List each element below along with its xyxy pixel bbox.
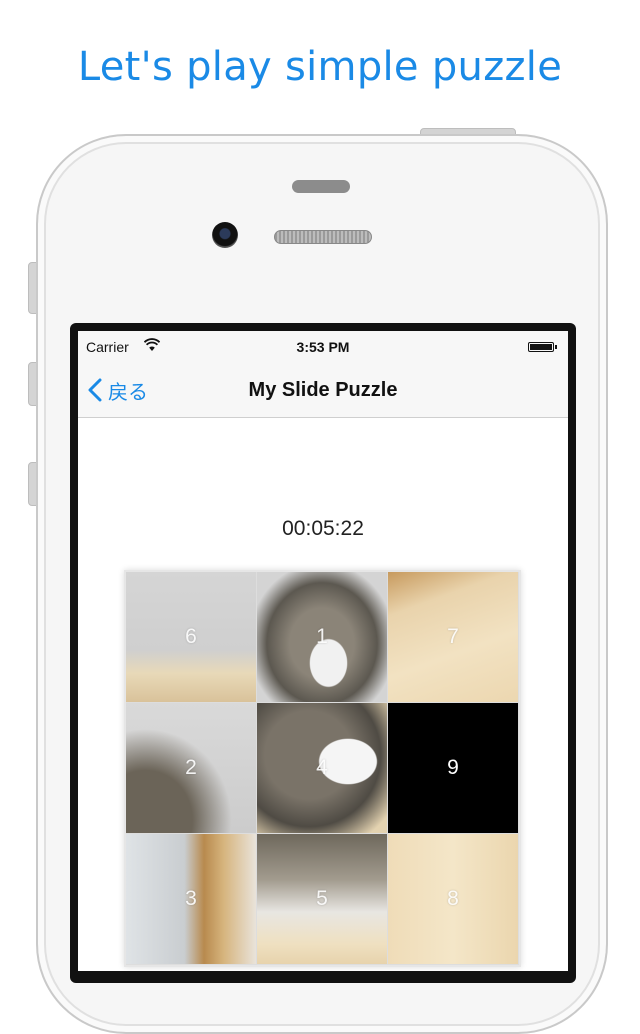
status-time: 3:53 PM [296,339,350,355]
page-title: My Slide Puzzle [248,379,398,401]
puzzle-tile[interactable]: 6 [126,572,256,702]
phone-screen: Carrier 3:53 PM 戻る My Slide Puzzle 00:05… [78,331,568,971]
puzzle-tile[interactable]: 3 [126,834,256,964]
promo-headline: Let's play simple puzzle [77,44,563,90]
puzzle-tile[interactable]: 2 [126,703,256,833]
front-camera-icon [212,222,238,248]
earpiece-speaker [274,230,372,244]
tile-number: 1 [316,625,328,648]
tile-number: 2 [185,756,197,779]
puzzle-tile[interactable]: 4 [257,703,387,833]
tile-number: 6 [185,625,197,648]
battery-icon [528,342,557,352]
puzzle-tile[interactable]: 1 [257,572,387,702]
tile-number: 7 [447,625,459,648]
tile-number: 9 [447,756,459,779]
puzzle-tile[interactable]: 8 [388,834,518,964]
proximity-sensor [292,180,350,193]
tile-number: 8 [447,887,459,910]
navigation-bar: 戻る My Slide Puzzle [78,363,568,418]
tile-number: 4 [316,756,328,779]
tile-number: 5 [316,887,328,910]
elapsed-timer: 00:05:22 [282,517,364,540]
tile-number: 3 [185,887,197,910]
puzzle-tile[interactable]: 7 [388,572,518,702]
empty-tile[interactable]: 9 [388,703,518,833]
status-bar: Carrier 3:53 PM [78,331,568,363]
puzzle-tile[interactable]: 5 [257,834,387,964]
puzzle-board: 6 1 7 2 4 9 3 5 8 [124,570,521,967]
